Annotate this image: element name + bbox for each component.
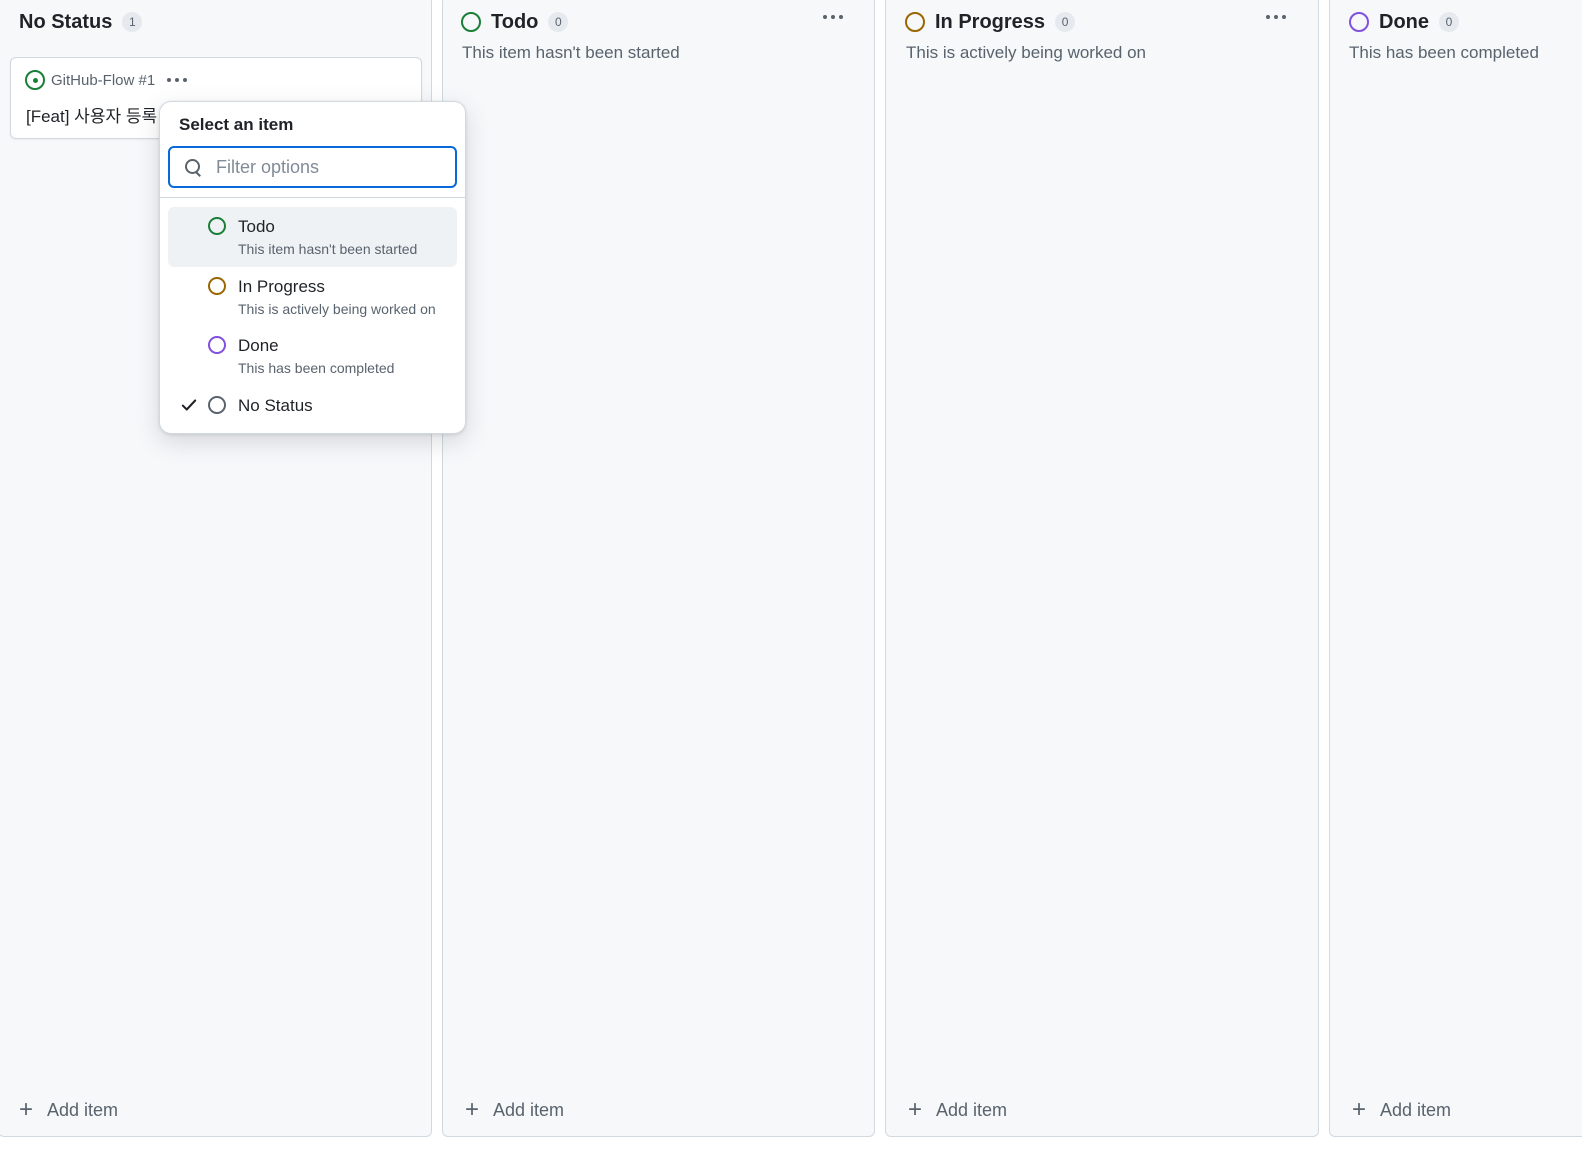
column-in-progress: In Progress 0 This is actively being wor… bbox=[885, 0, 1319, 1137]
column-header: Done 0 bbox=[1349, 7, 1459, 37]
option-label: No Status bbox=[238, 396, 313, 415]
plus-icon: + bbox=[465, 1096, 480, 1123]
status-circle-icon bbox=[208, 277, 226, 295]
status-circle-icon bbox=[208, 396, 226, 414]
status-circle-icon bbox=[208, 336, 226, 354]
option-label: Todo bbox=[238, 217, 275, 236]
add-item-button[interactable]: + Add item bbox=[908, 1096, 1007, 1124]
column-menu-button[interactable] bbox=[1258, 3, 1294, 31]
column-title: In Progress bbox=[935, 10, 1046, 33]
option-label: Done bbox=[238, 336, 279, 355]
add-item-button[interactable]: + Add item bbox=[465, 1096, 564, 1124]
option-done[interactable]: Done This has been completed bbox=[168, 326, 457, 386]
option-todo[interactable]: Todo This item hasn't been started bbox=[168, 207, 457, 267]
item-count-badge: 0 bbox=[1439, 12, 1459, 32]
card-repo-ref[interactable]: GitHub-Flow #1 bbox=[51, 72, 155, 89]
status-circle-icon bbox=[905, 12, 925, 32]
status-circle-icon bbox=[208, 217, 226, 235]
column-todo: Todo 0 This item hasn't been started + A… bbox=[442, 0, 875, 1137]
menu-divider bbox=[160, 197, 465, 198]
column-description: This is actively being worked on bbox=[906, 43, 1147, 62]
card-menu-button[interactable] bbox=[165, 78, 189, 82]
column-menu-button[interactable] bbox=[815, 3, 851, 31]
status-circle-icon bbox=[461, 12, 481, 32]
add-item-label: Add item bbox=[1380, 1099, 1452, 1120]
menu-title: Select an item bbox=[179, 115, 294, 134]
item-count-badge: 1 bbox=[122, 12, 143, 32]
column-done: Done 0 This has been completed + Add ite… bbox=[1329, 0, 1582, 1137]
option-description: This is actively being worked on bbox=[238, 301, 436, 317]
plus-icon: + bbox=[908, 1096, 923, 1123]
option-description: This item hasn't been started bbox=[238, 241, 418, 257]
column-title: Done bbox=[1379, 10, 1429, 33]
filter-input[interactable] bbox=[214, 155, 434, 179]
add-item-button[interactable]: + Add item bbox=[19, 1096, 118, 1124]
column-title: Todo bbox=[491, 10, 539, 33]
column-description: This has been completed bbox=[1349, 43, 1539, 62]
filter-field[interactable] bbox=[168, 146, 457, 188]
add-item-label: Add item bbox=[936, 1099, 1008, 1120]
plus-icon: + bbox=[19, 1096, 34, 1123]
item-count-badge: 0 bbox=[548, 12, 569, 32]
item-count-badge: 0 bbox=[1055, 12, 1076, 32]
column-header: No Status 1 bbox=[19, 7, 143, 37]
check-icon bbox=[181, 399, 197, 411]
plus-icon: + bbox=[1352, 1096, 1367, 1123]
column-description: This item hasn't been started bbox=[462, 43, 680, 62]
column-header: In Progress 0 bbox=[905, 7, 1076, 37]
project-board: No Status 1 GitHub-Flow #1 [Feat] 사용자 등록… bbox=[0, 0, 1582, 1153]
column-header: Todo 0 bbox=[461, 7, 569, 37]
issue-open-icon bbox=[25, 70, 45, 90]
status-select-menu: Select an item Todo This item hasn't bee… bbox=[159, 101, 466, 434]
option-label: In Progress bbox=[238, 277, 325, 296]
add-item-button[interactable]: + Add item bbox=[1352, 1096, 1451, 1124]
status-circle-icon bbox=[1349, 12, 1369, 32]
search-icon bbox=[184, 158, 202, 176]
add-item-label: Add item bbox=[493, 1099, 565, 1120]
option-in-progress[interactable]: In Progress This is actively being worke… bbox=[168, 267, 457, 327]
option-no-status[interactable]: No Status bbox=[168, 386, 457, 426]
card-title[interactable]: [Feat] 사용자 등록 bbox=[26, 102, 157, 127]
column-title: No Status bbox=[19, 10, 113, 33]
option-description: This has been completed bbox=[238, 360, 395, 376]
add-item-label: Add item bbox=[47, 1099, 119, 1120]
card-meta: GitHub-Flow #1 bbox=[25, 70, 189, 90]
